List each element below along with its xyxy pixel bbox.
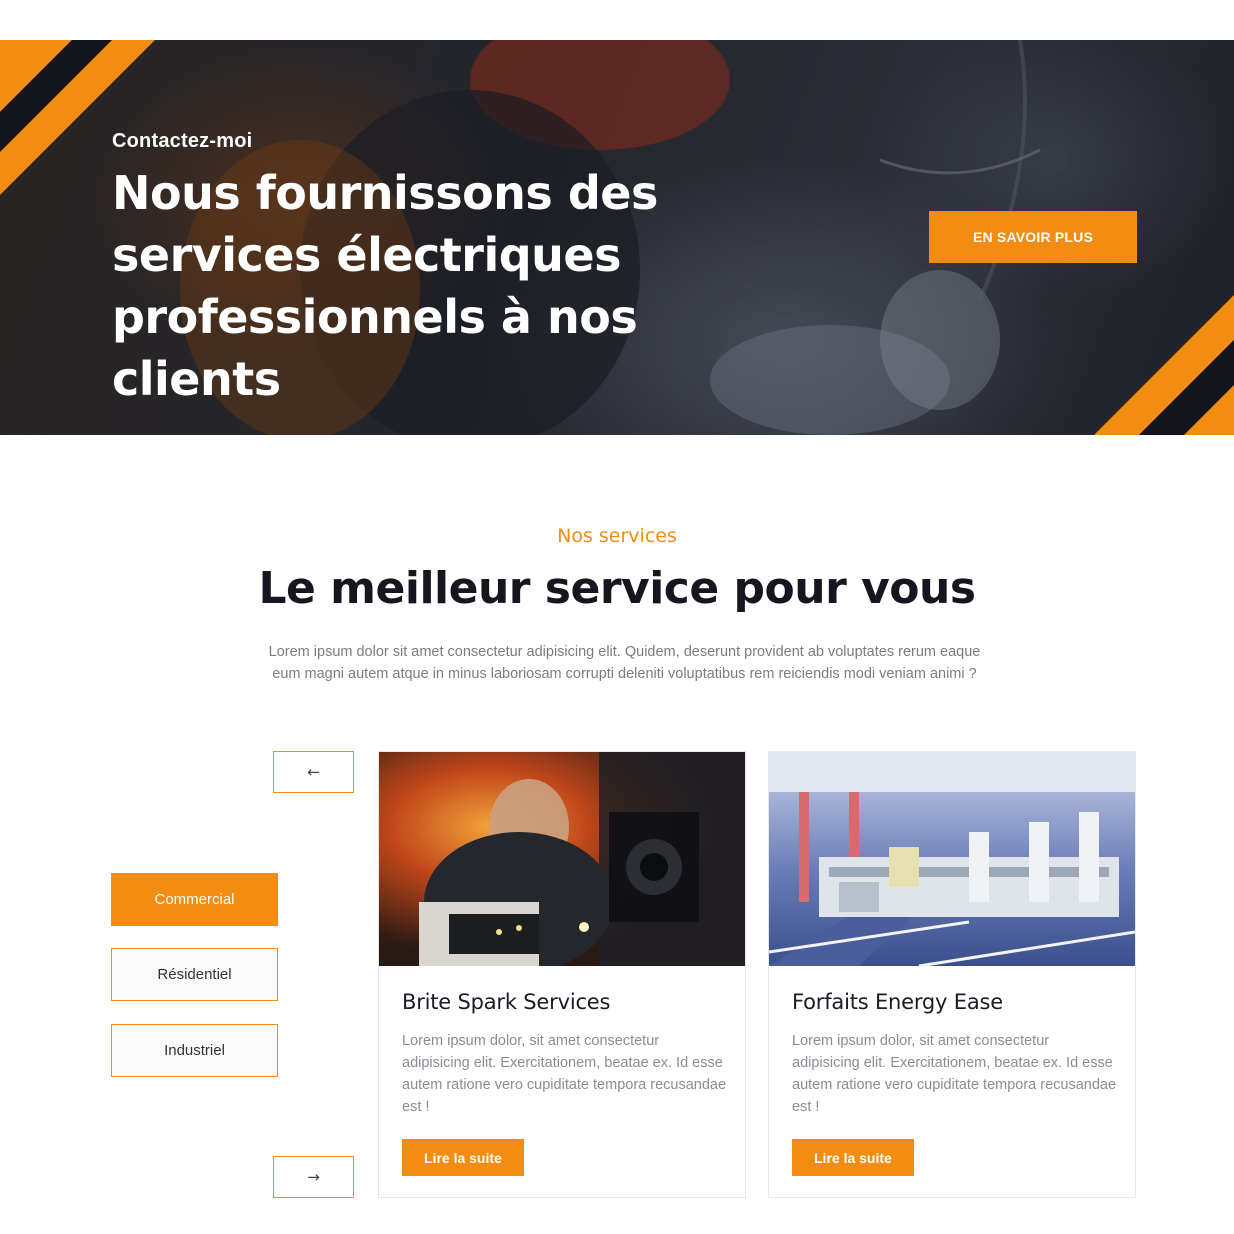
electrician-photo bbox=[379, 752, 745, 966]
card-title: Forfaits Energy Ease bbox=[792, 990, 1003, 1014]
hero-banner: Contactez-moi Nous fournissons des servi… bbox=[0, 40, 1234, 435]
read-more-button[interactable]: Lire la suite bbox=[792, 1139, 914, 1176]
stripes-bottom-right bbox=[1094, 295, 1234, 435]
arrow-right-icon: → bbox=[307, 1168, 320, 1186]
category-tab-residentiel[interactable]: Résidentiel bbox=[111, 948, 278, 1001]
factory-photo bbox=[769, 752, 1135, 966]
hero-eyebrow: Contactez-moi bbox=[112, 130, 253, 152]
card-image-factory bbox=[769, 752, 1135, 966]
service-card: Brite Spark Services Lorem ipsum dolor, … bbox=[378, 751, 746, 1198]
carousel-next-button[interactable]: → bbox=[273, 1156, 354, 1198]
hero-title-line: professionnels à nos clients bbox=[112, 290, 638, 406]
service-card: Forfaits Energy Ease Lorem ipsum dolor, … bbox=[768, 751, 1136, 1198]
arrow-left-icon: ← bbox=[307, 763, 320, 781]
category-tab-industriel[interactable]: Industriel bbox=[111, 1024, 278, 1077]
services-description: Lorem ipsum dolor sit amet consectetur a… bbox=[268, 644, 981, 682]
hero-title-line: Nous fournissons des bbox=[112, 166, 658, 220]
hero-title: Nous fournissons des services électrique… bbox=[112, 162, 812, 410]
card-title: Brite Spark Services bbox=[402, 990, 611, 1014]
card-text: Lorem ipsum dolor, sit amet consectetur … bbox=[792, 1033, 1117, 1115]
read-more-button[interactable]: Lire la suite bbox=[402, 1139, 524, 1176]
hero-text-block: Contactez-moi Nous fournissons des servi… bbox=[112, 128, 812, 410]
card-text: Lorem ipsum dolor, sit amet consectetur … bbox=[402, 1033, 727, 1115]
carousel-prev-button[interactable]: ← bbox=[273, 751, 354, 793]
hero-title-line: services électriques bbox=[112, 228, 622, 282]
learn-more-button[interactable]: EN SAVOIR PLUS bbox=[929, 211, 1137, 263]
category-tab-commercial[interactable]: Commercial bbox=[111, 873, 278, 926]
services-title: Le meilleur service pour vous bbox=[258, 563, 976, 614]
services-eyebrow: Nos services bbox=[557, 525, 677, 547]
card-image-electrician bbox=[379, 752, 745, 966]
